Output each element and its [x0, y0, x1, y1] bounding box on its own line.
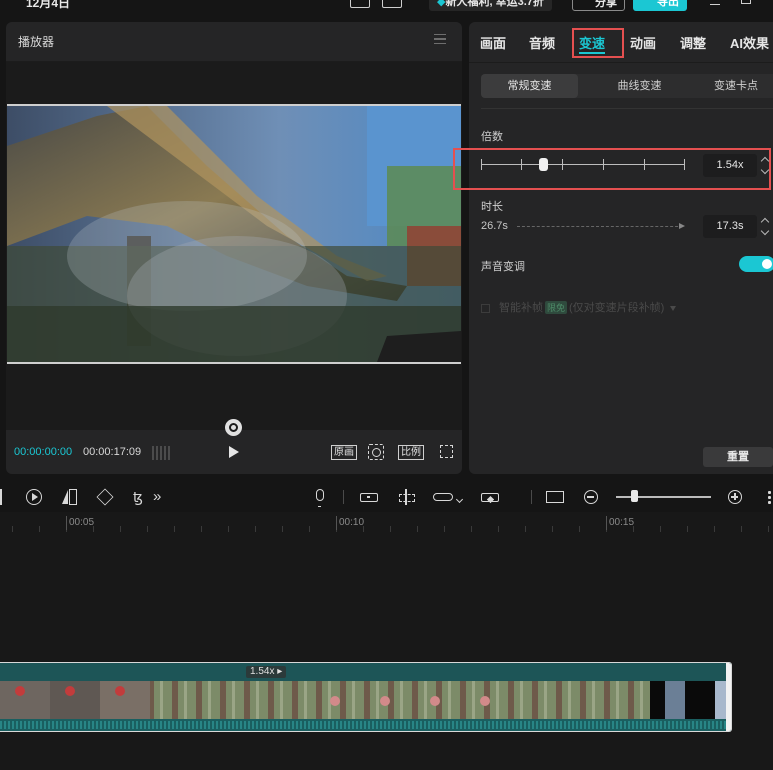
duration-stepper[interactable] — [761, 216, 771, 238]
tab-ai-effects[interactable]: AI效果 — [730, 33, 769, 52]
fullscreen-icon[interactable] — [440, 445, 453, 458]
more-options-icon[interactable] — [768, 490, 771, 504]
speed-mode-tabs: 常规变速 曲线变速 变速卡点 — [481, 74, 773, 98]
export-button[interactable]: 导出 — [633, 0, 687, 11]
properties-panel: 画面 音频 变速 动画 调整 AI效果 常规变速 曲线变速 变速卡点 倍数 1.… — [453, 22, 773, 474]
reset-button[interactable]: 重置 — [703, 447, 773, 467]
speed-slider-knob[interactable] — [539, 158, 548, 171]
pitch-shift-label: 声音变调 — [481, 261, 525, 273]
focus-icon[interactable] — [368, 444, 384, 460]
timeline-toolbar: ꜩ » — [0, 485, 773, 509]
preview-area — [6, 62, 462, 436]
clip-trim-handle[interactable] — [726, 663, 731, 731]
speed-multiplier-label: 倍数 — [481, 131, 503, 143]
preview-axis-icon[interactable] — [397, 489, 415, 505]
tab-highlight-box — [572, 28, 624, 58]
total-timecode: 00:00:17:09 — [83, 446, 142, 458]
chevron-down-icon — [670, 305, 677, 311]
tab-animation[interactable]: 动画 — [630, 33, 656, 52]
smart-fill-option: 智能补帧 限免 (仅对变速片段补帧) — [481, 299, 677, 315]
zoom-out-icon[interactable] — [584, 490, 598, 504]
clip-thumbnails — [0, 681, 731, 719]
split-icon[interactable] — [0, 489, 6, 505]
title-bar: 12月4日 ◆新人福利, 幸运3.7折 分享 导出 — [0, 0, 773, 14]
subtab-curve-speed[interactable]: 曲线变速 — [591, 74, 688, 98]
auto-snap-icon[interactable] — [433, 493, 453, 501]
tab-picture[interactable]: 画面 — [480, 33, 506, 52]
time-ruler[interactable] — [0, 512, 773, 532]
player-panel: 播放器 00:00:00:00 00:00:17:09 原画 比例 — [6, 22, 462, 474]
play-icon[interactable] — [229, 446, 239, 458]
ruler-label: 00:15 — [609, 517, 635, 528]
timeline-area: 00:05 00:10 00:15 1.54x ▸ — [0, 512, 773, 770]
maximize-icon[interactable] — [741, 0, 751, 4]
original-duration: 26.7s — [481, 220, 508, 232]
freeze-icon[interactable] — [26, 489, 42, 505]
pitch-shift-toggle[interactable] — [739, 256, 773, 272]
ruler-label: 00:05 — [69, 517, 95, 528]
microphone-icon[interactable] — [316, 489, 324, 507]
duration-label: 时长 — [481, 201, 503, 213]
main-track-link-icon[interactable] — [360, 493, 378, 502]
free-badge: 限免 — [545, 301, 568, 314]
timeline-zoom-knob[interactable] — [631, 490, 638, 502]
more-tools-icon[interactable]: » — [153, 489, 169, 505]
layout-icon[interactable] — [350, 0, 370, 8]
subtab-speed-beat[interactable]: 变速卡点 — [691, 74, 773, 98]
speed-value-input[interactable]: 1.54x — [703, 154, 757, 177]
ruler-label: 00:10 — [339, 517, 365, 528]
duration-arrow-icon — [517, 223, 685, 229]
tab-audio[interactable]: 音频 — [529, 33, 555, 52]
rotate-icon[interactable] — [96, 488, 114, 506]
aspect-ratio-button[interactable]: 比例 — [398, 445, 424, 460]
shortcut-icon[interactable] — [382, 0, 402, 8]
subtab-normal-speed[interactable]: 常规变速 — [481, 74, 578, 98]
speed-slider-track[interactable] — [481, 164, 684, 165]
smart-fill-checkbox[interactable] — [481, 303, 490, 313]
speed-stepper[interactable] — [761, 155, 771, 177]
project-date: 12月4日 — [26, 0, 71, 10]
property-tabs: 画面 音频 变速 动画 调整 AI效果 — [469, 22, 773, 60]
loop-icon[interactable] — [225, 419, 242, 436]
share-button[interactable]: 分享 — [572, 0, 625, 11]
mirror-icon[interactable] — [61, 489, 77, 505]
video-clip[interactable]: 1.54x ▸ — [0, 662, 732, 732]
audio-waveform — [0, 719, 731, 731]
video-frame[interactable] — [7, 104, 461, 364]
player-title: 播放器 — [18, 35, 55, 49]
video-frame-image — [7, 106, 461, 362]
menu-icon[interactable] — [434, 34, 446, 44]
current-timecode: 00:00:00:00 — [14, 446, 73, 458]
waveform-toggle-icon[interactable] — [152, 446, 172, 460]
promo-banner[interactable]: ◆新人福利, 幸运3.7折 — [429, 0, 552, 11]
duration-value-input[interactable]: 17.3s — [703, 215, 757, 238]
zoom-in-icon[interactable] — [728, 490, 742, 504]
preview-line-icon[interactable] — [546, 491, 564, 503]
minimize-icon[interactable] — [710, 4, 720, 5]
linkage-icon[interactable] — [481, 493, 499, 502]
clip-speed-badge: 1.54x ▸ — [246, 666, 287, 678]
crop-icon[interactable]: ꜩ — [133, 489, 149, 505]
tab-adjust[interactable]: 调整 — [680, 33, 706, 52]
original-quality-button[interactable]: 原画 — [331, 445, 357, 460]
